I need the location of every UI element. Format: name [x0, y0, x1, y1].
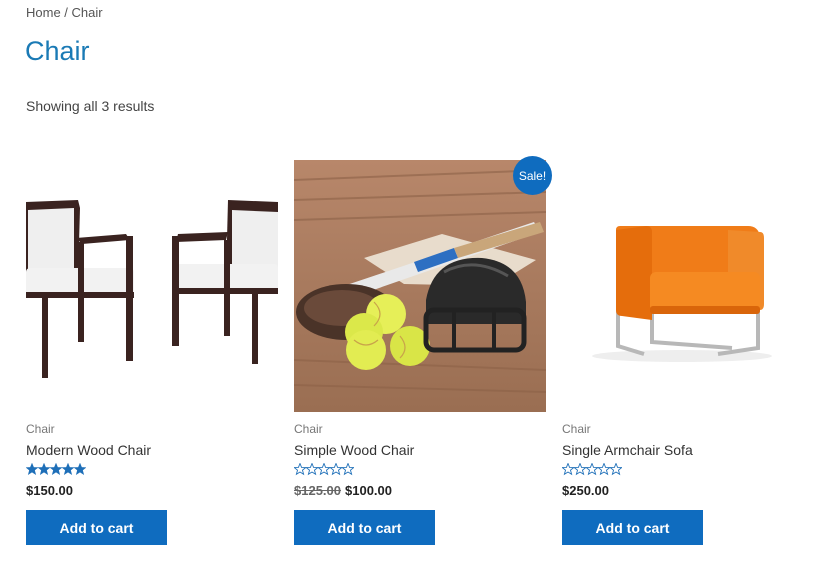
star-rating-icon	[26, 463, 86, 475]
product-card: Chair Single Armchair Sofa $250.00 Add t…	[562, 160, 814, 545]
star-rating-icon	[562, 463, 622, 476]
product-name[interactable]: Simple Wood Chair	[294, 442, 414, 458]
breadcrumb-current: Chair	[71, 5, 103, 20]
product-name[interactable]: Single Armchair Sofa	[562, 442, 693, 458]
product-category[interactable]: Chair	[562, 422, 591, 436]
product-image-link[interactable]: Sale!	[293, 156, 552, 412]
two-wooden-armchairs-image	[26, 160, 278, 412]
product-price: $150.00	[26, 483, 73, 498]
product-price: $250.00	[562, 483, 609, 498]
breadcrumb-home-link[interactable]: Home	[26, 5, 61, 20]
breadcrumb-separator: /	[60, 5, 72, 20]
product-image-link[interactable]	[562, 160, 814, 412]
product-card: Sale! Chair Simple Wood Chair $125.00 $10…	[293, 156, 552, 545]
add-to-cart-button[interactable]: Add to cart	[294, 510, 435, 545]
rating-stars	[26, 463, 86, 477]
product-category[interactable]: Chair	[26, 422, 55, 436]
product-card: Chair Modern Wood Chair $150.00 Add to c…	[26, 160, 278, 545]
current-price: $100.00	[345, 483, 392, 498]
page-title: Chair	[25, 36, 90, 66]
rating-stars	[294, 463, 354, 477]
star-rating-icon	[294, 463, 354, 476]
product-image-link[interactable]	[26, 160, 278, 412]
product-price: $125.00 $100.00	[294, 483, 392, 498]
add-to-cart-button[interactable]: Add to cart	[562, 510, 703, 545]
original-price: $125.00	[294, 483, 341, 498]
product-category[interactable]: Chair	[294, 422, 323, 436]
rating-stars	[562, 463, 622, 477]
result-count: Showing all 3 results	[26, 98, 155, 114]
orange-armchair-image	[562, 160, 814, 412]
current-price: $250.00	[562, 483, 609, 498]
current-price: $150.00	[26, 483, 73, 498]
product-name[interactable]: Modern Wood Chair	[26, 442, 151, 458]
softball-helmet-bat-image	[293, 160, 547, 412]
sale-badge: Sale!	[513, 156, 552, 195]
add-to-cart-button[interactable]: Add to cart	[26, 510, 167, 545]
breadcrumb: Home / Chair	[26, 5, 103, 20]
